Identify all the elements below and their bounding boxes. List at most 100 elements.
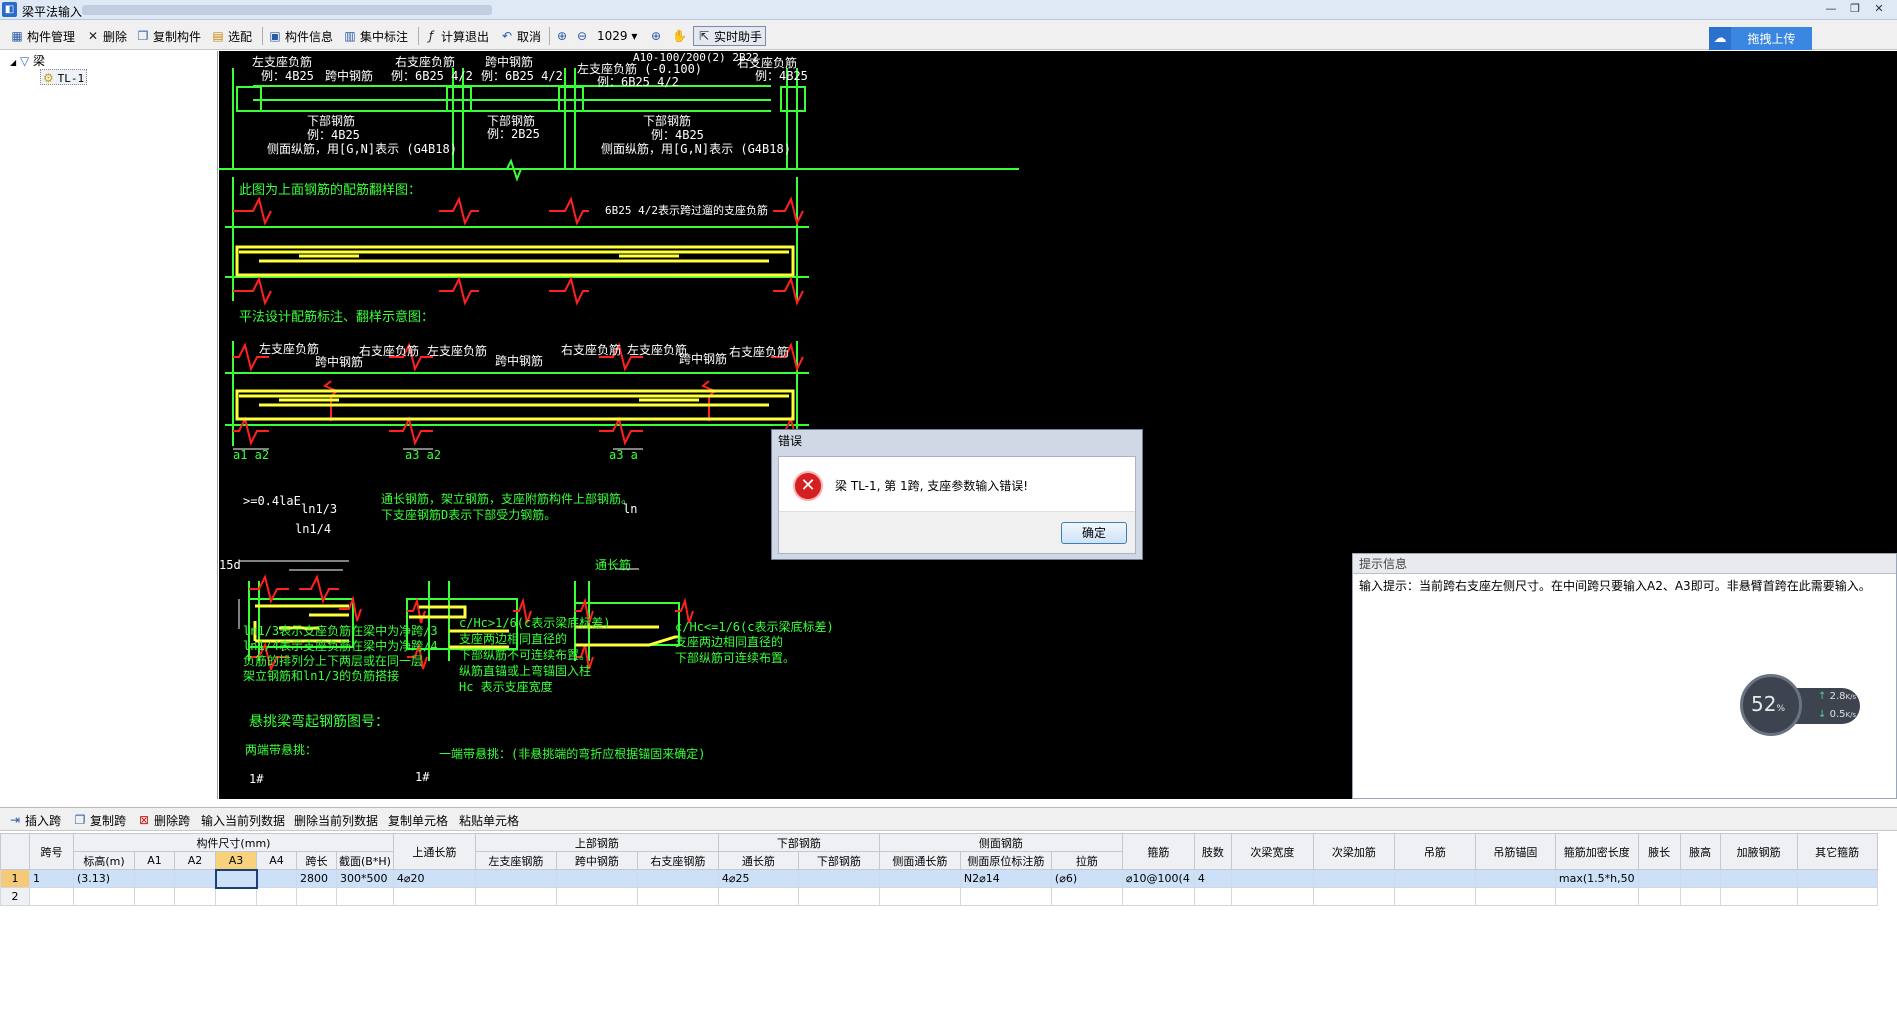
tree-node-tl1[interactable]: ⚙ TL-1 [40,69,88,85]
cell-through[interactable] [717,887,799,906]
cell-haunch-len[interactable] [1637,887,1681,906]
col-stirrup[interactable]: 箍筋 [1121,833,1195,870]
delete-span-button[interactable]: ⊠ 删除跨 [137,810,190,830]
cancel-button[interactable]: ↶ 取消 [500,26,541,46]
col-through[interactable]: 通长筋 [717,851,799,870]
collapse-icon[interactable]: ◢ [10,58,16,67]
cell-span-no[interactable] [29,887,74,906]
cell-section[interactable] [336,887,394,906]
cell-side-origin[interactable]: N2⌀14 [959,869,1052,888]
col-span-len[interactable]: 跨长 [296,851,337,870]
cell-a4[interactable] [256,869,297,888]
cell-a4[interactable] [256,887,297,906]
select-config-button[interactable]: ▤ 选配 [211,26,252,46]
cell-a3[interactable] [215,887,257,906]
delete-button[interactable]: ✕ 删除 [86,26,127,46]
cell-hanger-anchor[interactable] [1474,887,1556,906]
cell-span-len[interactable]: 2800 [296,869,337,888]
col-haunch-len[interactable]: 腋长 [1637,833,1681,870]
cell-other-stirrup[interactable] [1796,887,1878,906]
cell-left-support[interactable] [474,869,557,888]
col-tie[interactable]: 拉筋 [1050,851,1123,870]
cell-stirrup[interactable]: ⌀10@100(4 [1121,869,1195,888]
zoom-in-button[interactable]: ⊕ [555,26,572,46]
cell-a2[interactable] [174,887,216,906]
cell-side-origin[interactable] [959,887,1052,906]
network-speed-widget[interactable]: 52% ↑ 2.8K/s ↓ 0.5K/s [1740,674,1862,736]
cell-dense-len[interactable] [1554,887,1639,906]
cell-section[interactable]: 300*500 [336,869,394,888]
cell-right-support[interactable] [636,869,719,888]
cell-sec-width[interactable] [1230,887,1314,906]
copy-cell-button[interactable]: 复制单元格 [388,810,448,830]
cell-hanger-anchor[interactable] [1474,869,1556,888]
col-a2[interactable]: A2 [174,851,216,870]
cell-haunch-h[interactable] [1679,887,1721,906]
cell-dense-len[interactable]: max(1.5*h,50 [1554,869,1639,888]
col-a1[interactable]: A1 [134,851,175,870]
col-sec-width[interactable]: 次梁宽度 [1230,833,1314,870]
cell-left-support[interactable] [474,887,557,906]
col-legs[interactable]: 肢数 [1193,833,1232,870]
col-a4[interactable]: A4 [256,851,297,870]
cell-a2[interactable] [174,869,216,888]
tree-node-beam[interactable]: ◢ ▽ 梁 [10,53,45,69]
col-elev[interactable]: 标高(m) [73,851,135,870]
col-hanger[interactable]: 吊筋 [1393,833,1476,870]
copy-component-button[interactable]: ❐ 复制构件 [136,26,201,46]
row-number[interactable]: 2 [0,887,30,906]
restore-button[interactable]: ❐ [1844,1,1866,18]
cell-span-len[interactable] [296,887,337,906]
realtime-helper-button[interactable]: ⇱ 实时助手 [693,26,767,46]
cell-sec-add[interactable] [1312,887,1395,906]
pan-button[interactable]: ✋ [672,26,689,46]
upload-button[interactable]: ☁ 拖拽上传 [1709,27,1812,50]
col-add-bar[interactable]: 加腋钢筋 [1719,833,1798,870]
cell-tie[interactable]: (⌀6) [1050,869,1123,888]
zoom-select[interactable]: 1029 ▾ [597,26,645,46]
col-mid-span[interactable]: 跨中钢筋 [555,851,638,870]
cell-through[interactable]: 4⌀25 [717,869,799,888]
col-side-through[interactable]: 侧面通长筋 [878,851,961,870]
col-a3[interactable]: A3 [215,851,257,870]
zoom-out-button[interactable]: ⊖ [575,26,592,46]
component-info-button[interactable]: ▣ 构件信息 [268,26,333,46]
cell-stirrup[interactable] [1121,887,1195,906]
col-bottom-bar[interactable]: 下部钢筋 [797,851,880,870]
cell-right-support[interactable] [636,887,719,906]
copy-span-button[interactable]: ❐ 复制跨 [73,810,126,830]
cell-sec-width[interactable] [1230,869,1314,888]
cell-side-through[interactable] [878,869,961,888]
col-top-through[interactable]: 上通长筋 [392,833,476,870]
col-side-origin[interactable]: 侧面原位标注筋 [959,851,1052,870]
col-sec-add[interactable]: 次梁加筋 [1312,833,1395,870]
cell-tie[interactable] [1050,887,1123,906]
cell-legs[interactable]: 4 [1193,869,1232,888]
col-dense-len[interactable]: 箍筋加密长度 [1554,833,1639,870]
cell-a1[interactable] [134,887,175,906]
input-column-button[interactable]: 输入当前列数据 [201,810,285,830]
cell-mid-span[interactable] [555,887,638,906]
concentrated-mark-button[interactable]: ▥ 集中标注 [343,26,408,46]
paste-cell-button[interactable]: 粘贴单元格 [459,810,519,830]
row-number[interactable]: 1 [0,869,30,888]
cell-add-bar[interactable] [1719,887,1798,906]
component-manage-button[interactable]: ▦ 构件管理 [10,26,75,46]
col-left-support[interactable]: 左支座钢筋 [474,851,557,870]
cell-bottom-bar[interactable] [797,887,880,906]
cell-other-stirrup[interactable] [1796,869,1878,888]
cell-mid-span[interactable] [555,869,638,888]
cell-elev[interactable] [73,887,135,906]
cell-top-through[interactable] [392,887,476,906]
cell-span-no[interactable]: 1 [29,869,74,888]
delete-column-button[interactable]: 删除当前列数据 [294,810,378,830]
cell-a3-active[interactable] [214,868,258,889]
cell-a1[interactable] [134,869,175,888]
insert-span-button[interactable]: ⇥ 插入跨 [8,810,61,830]
zoom-fit-button[interactable]: ⊕ [649,26,666,46]
cell-elev[interactable]: (3.13) [73,869,135,888]
col-section[interactable]: 截面(B*H) [336,851,394,870]
cell-legs[interactable] [1193,887,1232,906]
cell-haunch-h[interactable] [1679,869,1721,888]
col-haunch-h[interactable]: 腋高 [1679,833,1721,870]
